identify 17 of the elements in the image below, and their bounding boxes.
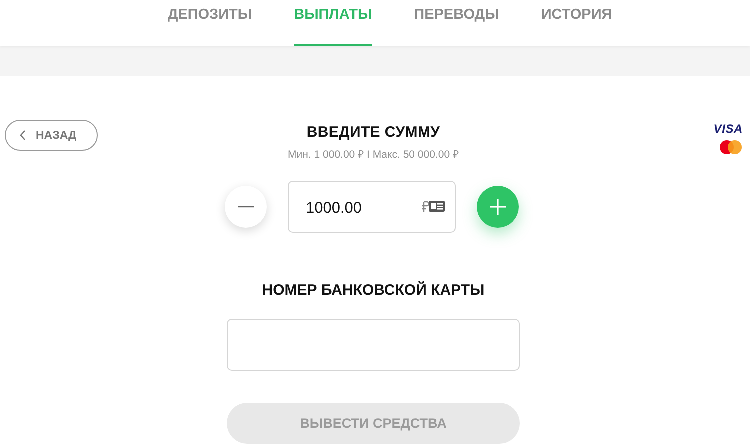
minus-icon xyxy=(238,206,254,208)
nav-tab[interactable]: ИСТОРИЯ xyxy=(541,0,612,46)
nav-tab[interactable]: ДЕПОЗИТЫ xyxy=(168,0,252,46)
chevron-left-icon xyxy=(20,130,26,141)
amount-title: ВВЕДИТЕ СУММУ xyxy=(306,124,440,141)
increase-button[interactable] xyxy=(477,186,519,228)
nav-tab[interactable]: ПЕРЕВОДЫ xyxy=(414,0,500,46)
visa-logo: VISA xyxy=(714,122,743,136)
back-button[interactable]: НАЗАД xyxy=(5,120,98,151)
mastercard-icon xyxy=(719,140,743,155)
ruble-card-icon xyxy=(422,200,446,213)
plus-icon xyxy=(490,199,506,215)
decrease-button[interactable] xyxy=(225,186,267,228)
amount-limits: Мин. 1 000.00 ₽ I Макс. 50 000.00 ₽ xyxy=(288,148,459,161)
card-number-field[interactable] xyxy=(227,319,520,371)
card-number-title: НОМЕР БАНКОВСКОЙ КАРТЫ xyxy=(262,282,485,299)
amount-field[interactable]: 1000.00 xyxy=(288,181,456,233)
